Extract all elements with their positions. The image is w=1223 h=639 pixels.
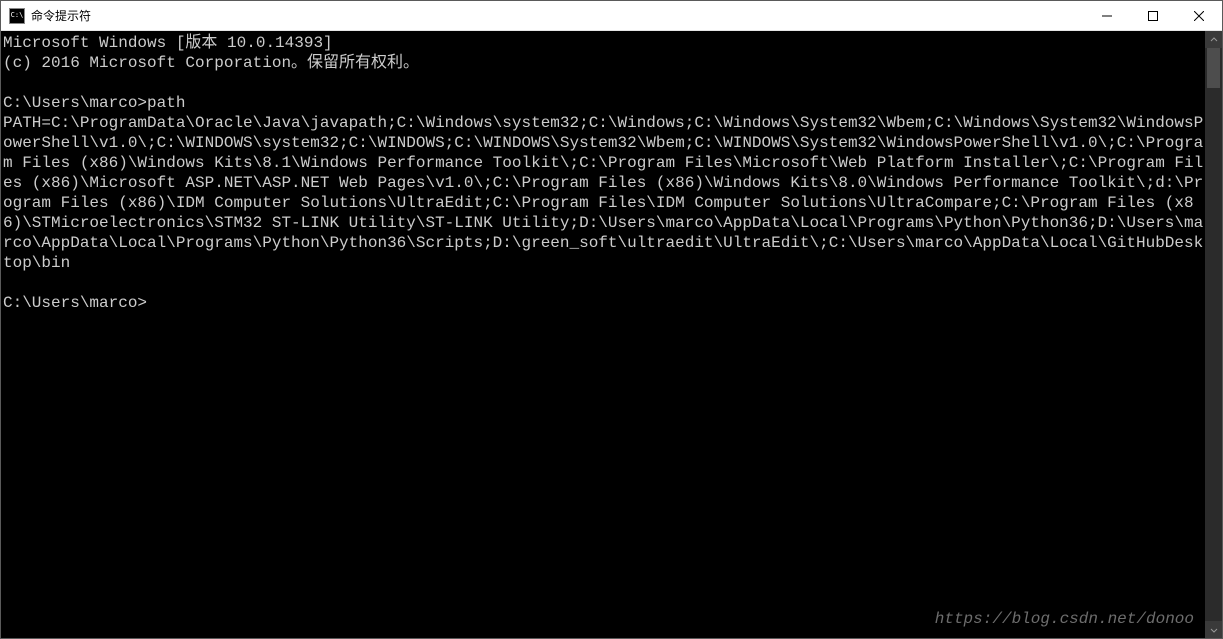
terminal-prompt-line: C:\Users\marco>path	[3, 93, 1205, 113]
minimize-icon	[1102, 11, 1112, 21]
chevron-down-icon	[1210, 626, 1218, 634]
command-prompt-window: 命令提示符 Microsoft Windows [版本 10.0.14393](…	[0, 0, 1223, 639]
minimize-button[interactable]	[1084, 1, 1130, 30]
window-controls	[1084, 1, 1222, 30]
chevron-up-icon	[1210, 36, 1218, 44]
maximize-button[interactable]	[1130, 1, 1176, 30]
scroll-up-button[interactable]	[1205, 31, 1222, 48]
app-icon	[9, 8, 25, 24]
window-title: 命令提示符	[31, 7, 1084, 24]
terminal-line: Microsoft Windows [版本 10.0.14393]	[3, 33, 1205, 53]
scroll-thumb[interactable]	[1207, 48, 1220, 88]
terminal-line: (c) 2016 Microsoft Corporation。保留所有权利。	[3, 53, 1205, 73]
terminal-blank	[3, 73, 1205, 93]
close-icon	[1194, 11, 1204, 21]
terminal-area: Microsoft Windows [版本 10.0.14393](c) 201…	[1, 31, 1222, 638]
terminal-blank	[3, 273, 1205, 293]
scroll-down-button[interactable]	[1205, 621, 1222, 638]
prompt-command: path	[147, 94, 185, 112]
terminal-prompt-line: C:\Users\marco>	[3, 293, 1205, 313]
prompt-prefix: C:\Users\marco>	[3, 94, 147, 112]
terminal-output[interactable]: Microsoft Windows [版本 10.0.14393](c) 201…	[1, 31, 1205, 638]
prompt-prefix: C:\Users\marco>	[3, 294, 147, 312]
vertical-scrollbar[interactable]	[1205, 31, 1222, 638]
close-button[interactable]	[1176, 1, 1222, 30]
path-output: PATH=C:\ProgramData\Oracle\Java\javapath…	[3, 113, 1205, 273]
maximize-icon	[1148, 11, 1158, 21]
titlebar[interactable]: 命令提示符	[1, 1, 1222, 31]
